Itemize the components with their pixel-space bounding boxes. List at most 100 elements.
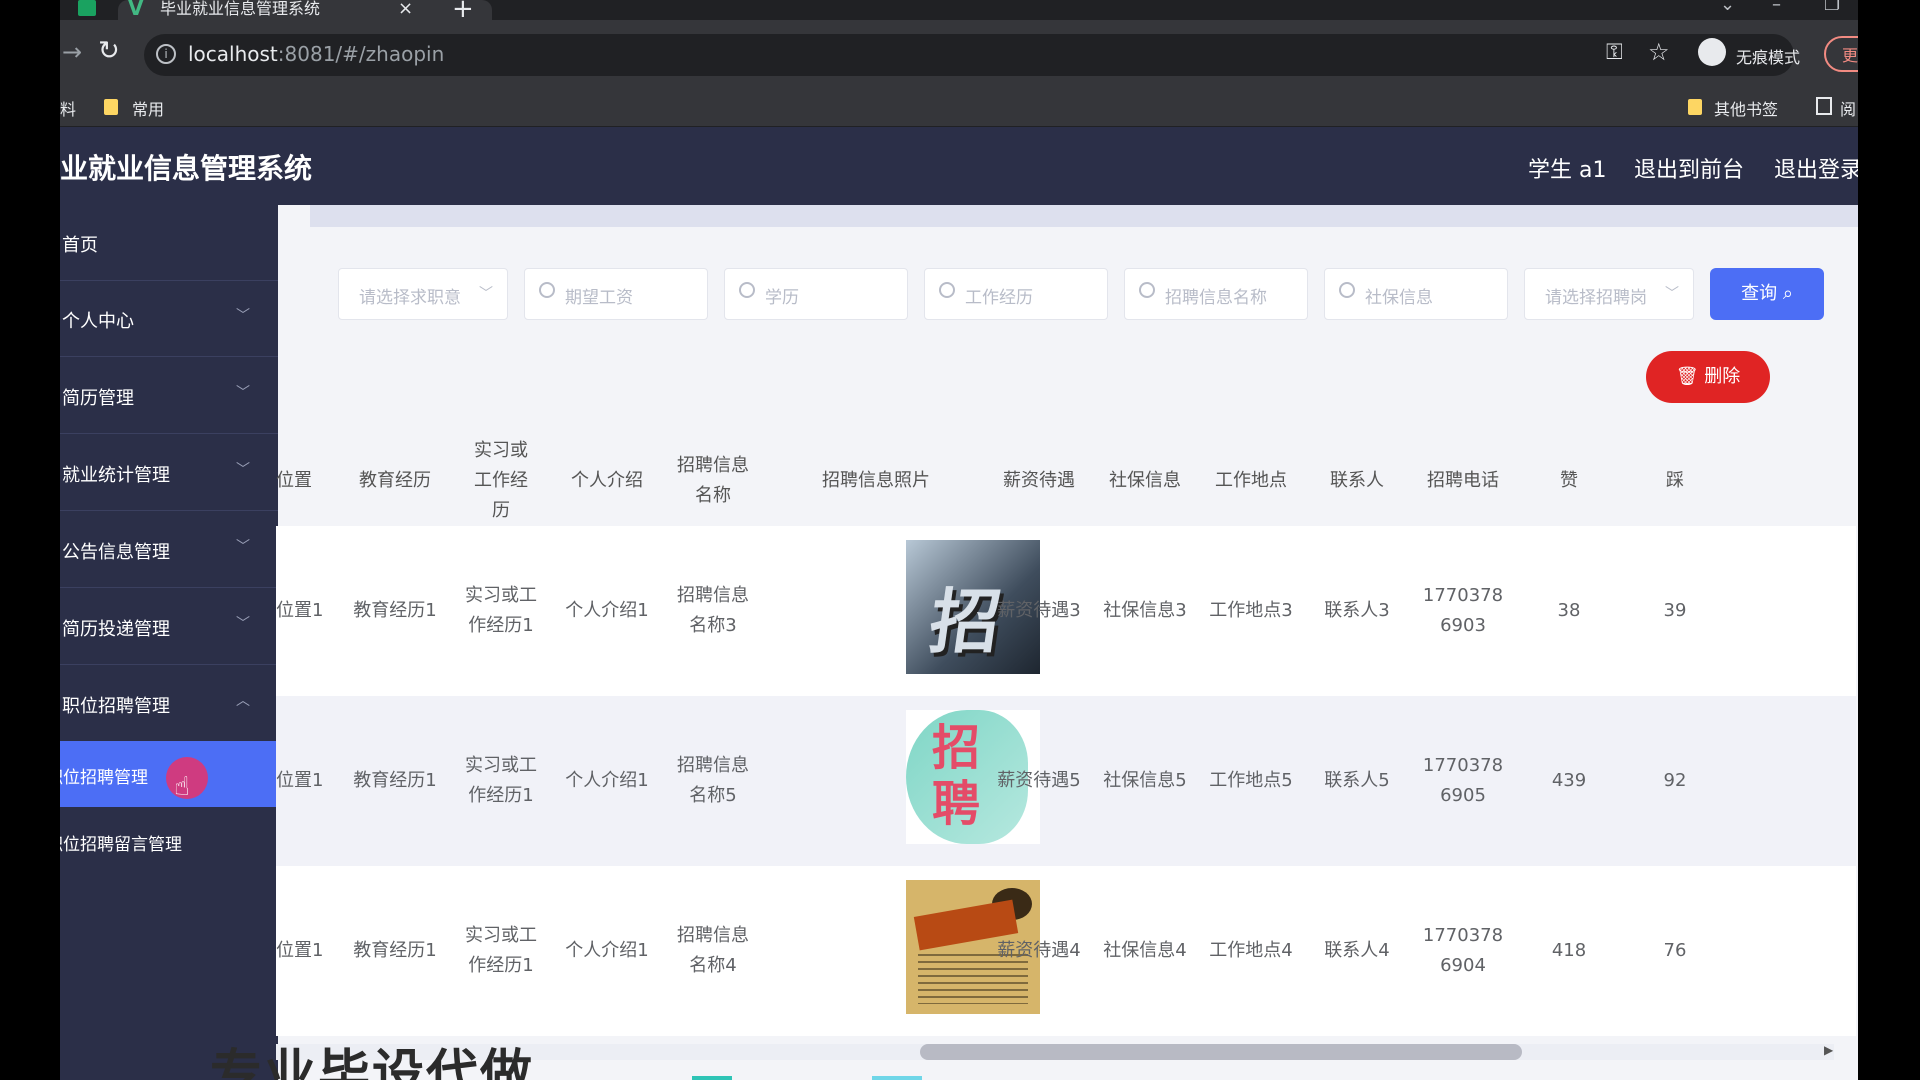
sidebar-item-label: 简历投递管理 bbox=[62, 619, 170, 640]
forward-icon[interactable]: → bbox=[62, 38, 82, 66]
education-input[interactable]: 学历 bbox=[724, 268, 908, 320]
cell-position: 位置1 bbox=[276, 600, 324, 621]
sidebar-item-stats[interactable]: 就业统计管理 ﹀ bbox=[60, 435, 278, 511]
work-experience-input[interactable]: 工作经历 bbox=[924, 268, 1108, 320]
sidebar-subitem-label: 职位招聘留言管理 bbox=[60, 835, 182, 855]
cell-contact: 联系人5 bbox=[1324, 770, 1390, 791]
overlay-accent bbox=[692, 1076, 732, 1080]
col-header-dislike: 踩 bbox=[1666, 470, 1684, 491]
sheets-tab-icon[interactable] bbox=[78, 0, 96, 16]
social-security-input[interactable]: 社保信息 bbox=[1324, 268, 1508, 320]
cell-recruit-name: 招聘信息名称5 bbox=[677, 755, 749, 806]
chevron-down-icon: ﹀ bbox=[236, 616, 250, 632]
restore-icon[interactable]: ❐ bbox=[1824, 0, 1840, 15]
logout-link[interactable]: 退出登录 bbox=[1774, 152, 1858, 184]
tab-title: 毕业就业信息管理系统 bbox=[160, 0, 321, 18]
overlay-accent bbox=[872, 1076, 922, 1080]
cell-salary: 薪资待遇3 bbox=[997, 600, 1081, 621]
tab-search-icon[interactable]: ⌄ bbox=[1720, 0, 1735, 15]
input-placeholder: 社保信息 bbox=[1365, 288, 1433, 308]
cell-intro: 个人介绍1 bbox=[565, 940, 649, 961]
sidebar-item-recruit[interactable]: 职位招聘管理 ︿ bbox=[60, 666, 278, 742]
input-placeholder: 期望工资 bbox=[565, 288, 633, 308]
reading-list-icon[interactable] bbox=[1816, 97, 1832, 115]
sidebar-subitem-recruit-comments[interactable]: 职位招聘留言管理 bbox=[60, 808, 278, 874]
col-header-social: 社保信息 bbox=[1109, 470, 1181, 491]
cell-position: 位置1 bbox=[276, 940, 324, 961]
sidebar-item-notice[interactable]: 公告信息管理 ﹀ bbox=[60, 512, 278, 588]
salary-input[interactable]: 期望工资 bbox=[524, 268, 708, 320]
trash-icon: 🗑 bbox=[1675, 366, 1699, 387]
col-header-recruit-photo: 招聘信息照片 bbox=[822, 470, 930, 491]
back-to-frontend-link[interactable]: 退出到前台 bbox=[1634, 152, 1744, 184]
cell-recruit-name: 招聘信息名称4 bbox=[677, 925, 749, 976]
chevron-down-icon: ﹀ bbox=[236, 308, 250, 324]
vue-logo-icon: V bbox=[128, 0, 144, 20]
sidebar-item-personal[interactable]: 个人中心 ﹀ bbox=[60, 281, 278, 357]
reload-icon[interactable]: ↻ bbox=[98, 36, 120, 66]
chevron-down-icon: ﹀ bbox=[479, 286, 493, 302]
minimize-icon[interactable]: – bbox=[1772, 0, 1781, 15]
cell-intro: 个人介绍1 bbox=[565, 600, 649, 621]
cell-location: 工作地点3 bbox=[1209, 600, 1293, 621]
bookmark-other[interactable]: 其他书签 bbox=[1714, 96, 1778, 120]
header-user[interactable]: 学生 a1 bbox=[1528, 152, 1606, 184]
input-placeholder: 工作经历 bbox=[965, 288, 1033, 308]
incognito-icon[interactable] bbox=[1698, 38, 1726, 66]
cell-like: 418 bbox=[1551, 940, 1587, 961]
breadcrumb-strip bbox=[310, 205, 1858, 227]
search-icon bbox=[939, 282, 955, 298]
bookmark-reading[interactable]: 阅 bbox=[1840, 96, 1856, 120]
cell-social: 社保信息5 bbox=[1103, 770, 1187, 791]
bookmark-common[interactable]: 常用 bbox=[132, 96, 164, 120]
site-info-icon[interactable]: i bbox=[156, 44, 176, 64]
cell-dislike: 92 bbox=[1663, 770, 1687, 791]
search-icon bbox=[1339, 282, 1355, 298]
col-header-position: 位置 bbox=[276, 470, 312, 491]
url-text[interactable]: localhost:8081/#/zhaopin bbox=[188, 42, 444, 66]
search-icon bbox=[739, 282, 755, 298]
cell-dislike: 39 bbox=[1663, 600, 1687, 621]
update-button[interactable]: 更 bbox=[1824, 36, 1858, 72]
cell-social: 社保信息3 bbox=[1103, 600, 1187, 621]
sidebar-item-delivery[interactable]: 简历投递管理 ﹀ bbox=[60, 589, 278, 665]
chevron-down-icon: ﹀ bbox=[236, 385, 250, 401]
search-icon bbox=[1139, 282, 1155, 298]
chevron-up-icon: ︿ bbox=[236, 693, 250, 709]
sidebar-item-home[interactable]: 首页 bbox=[60, 205, 278, 281]
job-intention-select[interactable]: 请选择求职意 ﹀ bbox=[338, 268, 508, 320]
cell-internship: 实习或工作经历1 bbox=[465, 755, 537, 806]
key-icon[interactable]: ⚿ bbox=[1606, 40, 1623, 65]
input-placeholder: 招聘信息名称 bbox=[1165, 288, 1267, 308]
input-placeholder: 学历 bbox=[765, 288, 799, 308]
folder-icon bbox=[104, 99, 118, 115]
bookmark-cut[interactable]: 料 bbox=[60, 96, 76, 120]
recruit-post-select[interactable]: 请选择招聘岗 ﹀ bbox=[1524, 268, 1694, 320]
sidebar-item-label: 就业统计管理 bbox=[62, 465, 170, 486]
bookmark-star-icon[interactable]: ☆ bbox=[1648, 38, 1670, 66]
scrollbar-thumb[interactable] bbox=[920, 1044, 1522, 1060]
scroll-right-icon[interactable]: ▶ bbox=[1824, 1043, 1833, 1057]
sidebar-subitem-label: 职位招聘管理 bbox=[60, 768, 148, 788]
cell-education: 教育经历1 bbox=[353, 770, 437, 791]
cell-location: 工作地点4 bbox=[1209, 940, 1293, 961]
recruit-name-input[interactable]: 招聘信息名称 bbox=[1124, 268, 1308, 320]
tab-close-icon[interactable]: × bbox=[398, 0, 413, 19]
cell-like: 439 bbox=[1551, 770, 1587, 791]
cell-education: 教育经历1 bbox=[353, 940, 437, 961]
incognito-label[interactable]: 无痕模式 bbox=[1736, 44, 1800, 68]
sidebar-item-resume[interactable]: 简历管理 ﹀ bbox=[60, 358, 278, 434]
sidebar-item-label: 首页 bbox=[62, 235, 98, 256]
col-header-like: 赞 bbox=[1560, 470, 1578, 491]
cell-location: 工作地点5 bbox=[1209, 770, 1293, 791]
cell-recruit-name: 招聘信息名称3 bbox=[677, 585, 749, 636]
cell-phone: 17703786903 bbox=[1422, 585, 1504, 636]
query-button[interactable]: 查询 ⌕ bbox=[1710, 268, 1824, 320]
photo-text: 招聘 bbox=[932, 720, 981, 832]
cell-internship: 实习或工作经历1 bbox=[465, 925, 537, 976]
col-header-recruit-name: 招聘信息名称 bbox=[677, 455, 749, 506]
delete-button[interactable]: 🗑 删除 bbox=[1646, 351, 1770, 403]
bookmarks-bar bbox=[60, 90, 1858, 127]
cell-dislike: 76 bbox=[1663, 940, 1687, 961]
col-header-phone: 招聘电话 bbox=[1427, 470, 1499, 491]
